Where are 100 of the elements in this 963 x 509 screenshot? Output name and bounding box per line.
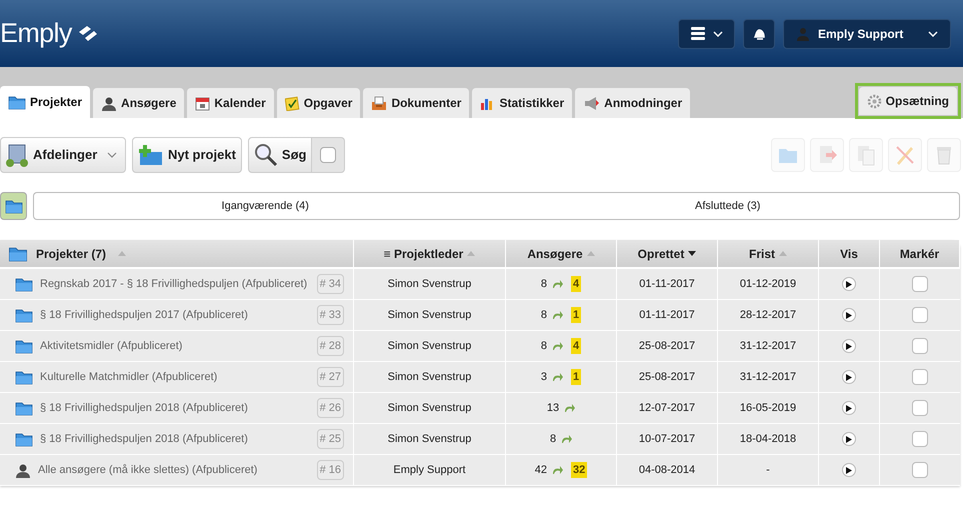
table-row[interactable]: Kulturelle Matchmidler (Afpubliceret) # 27 Simon Svenstrup 3 1 25-08-2017 31-12-2017: [0, 362, 960, 393]
mark-checkbox[interactable]: [912, 431, 928, 447]
folder-icon: [8, 94, 26, 110]
column-header[interactable]: Vis: [819, 240, 880, 267]
column-header[interactable]: Markér: [880, 240, 960, 267]
tab[interactable]: Opgaver: [276, 88, 360, 118]
copy-icon: [855, 144, 877, 166]
applicant-count: 3: [540, 370, 547, 385]
mark-checkbox[interactable]: [912, 400, 928, 416]
play-icon: [846, 466, 852, 474]
table-cell: -: [718, 455, 819, 485]
project-name[interactable]: § 18 Frivillighedspuljen 2017 (Afpubliceret): [40, 306, 310, 324]
project-name[interactable]: § 18 Frivillighedspuljen 2018 (Afpubliceret): [40, 400, 310, 416]
stage-step[interactable]: Afsluttede (3): [496, 192, 960, 220]
column-header[interactable]: Ansøgere: [506, 240, 617, 267]
delete-button[interactable]: [927, 138, 961, 172]
copy-button[interactable]: [849, 138, 883, 172]
new-project-button[interactable]: Nyt projekt: [132, 137, 242, 173]
play-button[interactable]: [842, 401, 856, 415]
table-row[interactable]: Regnskab 2017 - § 18 Frivillighedspuljen (Afpubliceret) # 34 Simon Svenstrup 8 4 01-11-2017 01-12-2019: [0, 269, 960, 300]
table-cell: 01-12-2019: [718, 269, 819, 299]
project-name[interactable]: § 18 Frivillighedspuljen 2018 (Afpubliceret): [40, 430, 310, 448]
folder-icon: [15, 276, 33, 292]
column-header[interactable]: Projekter (7): [0, 240, 354, 267]
play-button[interactable]: [842, 463, 856, 477]
search-toggle[interactable]: [312, 137, 346, 173]
play-button[interactable]: [842, 370, 856, 384]
table-row[interactable]: Alle ansøgere (må ikke slettes) (Afpubliceret) # 16 Emply Support 42 32 04-08-2014 -: [0, 455, 960, 486]
table-cell: 31-12-2017: [718, 362, 819, 392]
new-count-badge: 4: [571, 276, 582, 292]
project-number: # 28: [316, 336, 344, 356]
play-icon: [846, 436, 852, 442]
applicant-count: 8: [540, 308, 547, 323]
tab[interactable]: Statistikker: [472, 88, 572, 118]
departments-button[interactable]: Afdelinger: [0, 137, 126, 173]
stage-step[interactable]: Igangværende (4): [33, 192, 496, 220]
tab[interactable]: Kalender: [187, 88, 274, 118]
curved-arrow-icon: [564, 404, 576, 412]
folder-icon: [15, 400, 33, 416]
new-count-badge: 1: [571, 368, 582, 386]
new-count-badge: 4: [571, 338, 582, 354]
column-header[interactable]: Frist: [718, 240, 819, 267]
logo[interactable]: Emply: [0, 13, 72, 54]
project-number: # 16: [316, 460, 344, 480]
tab[interactable]: Dokumenter: [363, 88, 470, 118]
column-title: Projekter (7): [36, 246, 106, 262]
bell-button[interactable]: [743, 18, 775, 48]
curved-arrow-icon: [552, 311, 563, 319]
table-row[interactable]: § 18 Frivillighedspuljen 2018 (Afpubliceret) # 25 Simon Svenstrup 8 10-07-2017 18-04-2018: [0, 424, 960, 455]
tab[interactable]: Projekter: [0, 86, 90, 118]
table-cell: 31-12-2017: [718, 331, 819, 361]
table-cell: Simon Svenstrup: [354, 393, 506, 423]
project-name[interactable]: Alle ansøgere (må ikke slettes) (Afpubliceret): [38, 462, 310, 478]
folder-icon: [15, 432, 33, 446]
search-button[interactable]: Søg: [248, 137, 312, 173]
project-number: # 27: [316, 367, 344, 387]
search-icon: [254, 143, 278, 167]
tab[interactable]: Anmodninger: [575, 88, 690, 118]
play-icon: [846, 342, 852, 350]
column-header[interactable]: Oprettet: [617, 240, 718, 267]
play-button[interactable]: [842, 308, 856, 322]
chevron-icon: [107, 152, 117, 158]
edit-button[interactable]: [888, 138, 922, 172]
column-header[interactable]: ≡ Projektleder: [354, 240, 506, 267]
folder-plus-icon: [138, 144, 164, 166]
megaphone-icon: [583, 96, 600, 110]
play-button[interactable]: [842, 277, 856, 291]
mark-checkbox[interactable]: [912, 462, 928, 478]
mark-checkbox[interactable]: [912, 338, 928, 354]
folder-icon: [15, 338, 33, 354]
user-menu-button[interactable]: Emply Support: [783, 18, 951, 48]
table-cell: 12-07-2017: [617, 393, 718, 423]
column-title: Vis: [840, 246, 858, 262]
mark-checkbox[interactable]: [912, 369, 928, 385]
play-icon: [846, 374, 852, 380]
project-name[interactable]: Regnskab 2017 - § 18 Frivillighedspuljen (Afpubliceret): [40, 276, 310, 292]
project-name[interactable]: Kulturelle Matchmidler (Afpubliceret): [40, 368, 310, 386]
tab[interactable]: Ansøgere: [93, 88, 184, 118]
folder-icon: [15, 308, 33, 322]
project-number: # 34: [316, 274, 344, 294]
column-title: ≡ Projektleder: [384, 246, 464, 262]
bell-icon: [752, 26, 766, 40]
table-row[interactable]: § 18 Frivillighedspuljen 2017 (Afpubliceret) # 33 Simon Svenstrup 8 1 01-11-2017 28-12-2017: [0, 300, 960, 331]
folder-action-button[interactable]: [771, 138, 805, 172]
play-button[interactable]: [842, 432, 856, 446]
table-cell: 16-05-2019: [718, 393, 819, 423]
project-name[interactable]: Aktivitetsmidler (Afpubliceret): [40, 338, 310, 354]
play-button[interactable]: [842, 339, 856, 353]
move-button[interactable]: [810, 138, 844, 172]
folder-button[interactable]: [0, 192, 27, 220]
mark-checkbox[interactable]: [912, 276, 928, 292]
mark-checkbox[interactable]: [912, 307, 928, 323]
person-icon: [15, 462, 31, 478]
table-row[interactable]: Aktivitetsmidler (Afpubliceret) # 28 Simon Svenstrup 8 4 25-08-2017 31-12-2017: [0, 331, 960, 362]
table-cell: Simon Svenstrup: [354, 331, 506, 361]
menu-button[interactable]: [678, 18, 735, 48]
column-title: Frist: [748, 246, 775, 262]
settings-tab[interactable]: Opsætning: [858, 87, 957, 115]
table-row[interactable]: § 18 Frivillighedspuljen 2018 (Afpubliceret) # 26 Simon Svenstrup 13 12-07-2017 16-05-2019: [0, 393, 960, 424]
project-number: # 26: [316, 398, 344, 418]
